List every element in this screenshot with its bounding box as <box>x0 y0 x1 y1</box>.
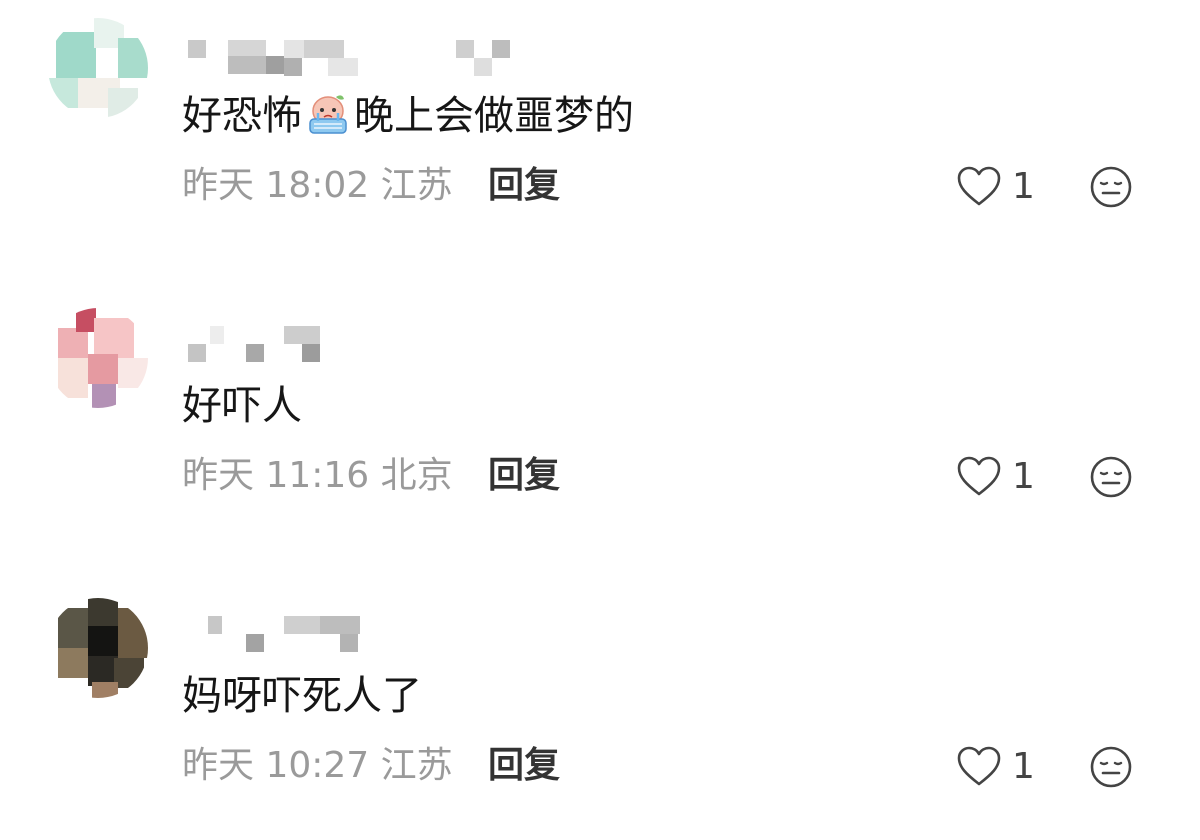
comment-location: 北京 <box>380 455 453 496</box>
comment-text: 妈呀吓死人了 <box>182 670 422 722</box>
comment-text-part: 妈呀吓死人了 <box>182 673 422 719</box>
comment-text-part: 好吓人 <box>182 383 302 429</box>
comment-item: 好恐怖 晚上会做噩梦的 昨天 18:02 江苏 回复 1 <box>0 0 1200 260</box>
like-count: 1 <box>1012 456 1035 497</box>
comment-location: 江苏 <box>380 165 453 206</box>
comment-time: 昨天 10:27 <box>182 745 370 786</box>
reply-button[interactable]: 回复 <box>488 452 560 500</box>
dislike-button[interactable] <box>1088 454 1134 500</box>
username-redacted[interactable] <box>188 36 528 78</box>
comment-meta: 昨天 18:02 江苏 <box>182 162 453 210</box>
comment-time: 昨天 11:16 <box>182 455 370 496</box>
dislike-button[interactable] <box>1088 744 1134 790</box>
username-redacted[interactable] <box>188 326 528 368</box>
reply-button[interactable]: 回复 <box>488 162 560 210</box>
comment-item: 好吓人 昨天 11:16 北京 回复 1 <box>0 290 1200 550</box>
like-count: 1 <box>1012 746 1035 787</box>
avatar[interactable] <box>48 18 148 118</box>
comment-meta: 昨天 10:27 江苏 <box>182 742 453 790</box>
comment-text: 好吓人 <box>182 380 302 432</box>
comment-item: 妈呀吓死人了 昨天 10:27 江苏 回复 1 <box>0 580 1200 840</box>
comment-location: 江苏 <box>380 745 453 786</box>
neutral-face-icon <box>1090 456 1132 498</box>
comment-text-part: 晚上会做噩梦的 <box>354 93 634 139</box>
comment-time: 昨天 18:02 <box>182 165 370 206</box>
heart-outline-icon <box>957 456 1001 496</box>
crying-peach-emoji-icon <box>306 91 350 135</box>
comment-meta: 昨天 11:16 北京 <box>182 452 453 500</box>
username-redacted[interactable] <box>188 616 528 658</box>
comment-text-part: 好恐怖 <box>182 93 302 139</box>
comment-text: 好恐怖 晚上会做噩梦的 <box>182 90 634 142</box>
like-button[interactable]: 1 <box>956 164 1035 210</box>
avatar[interactable] <box>48 308 148 408</box>
like-button[interactable]: 1 <box>956 744 1035 790</box>
heart-outline-icon <box>957 746 1001 786</box>
like-button[interactable]: 1 <box>956 454 1035 500</box>
dislike-button[interactable] <box>1088 164 1134 210</box>
heart-outline-icon <box>957 166 1001 206</box>
neutral-face-icon <box>1090 166 1132 208</box>
like-count: 1 <box>1012 166 1035 207</box>
avatar[interactable] <box>48 598 148 698</box>
reply-button[interactable]: 回复 <box>488 742 560 790</box>
neutral-face-icon <box>1090 746 1132 788</box>
